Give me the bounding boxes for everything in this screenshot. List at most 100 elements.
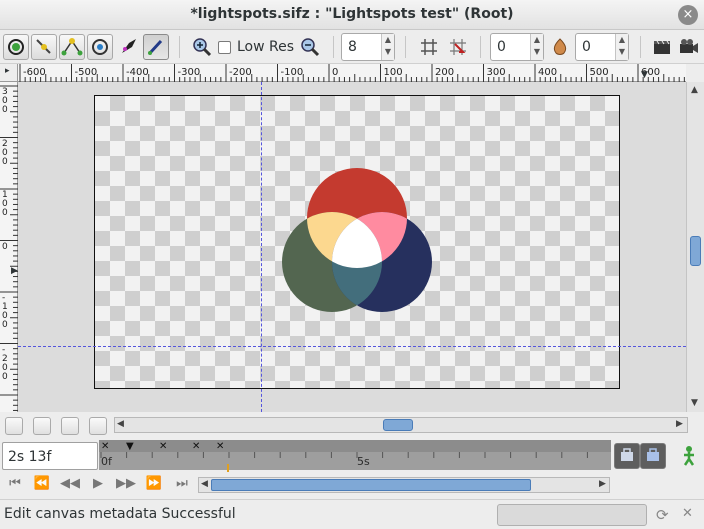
ruler-tick-label: -100	[280, 67, 304, 78]
circle-tool-button[interactable]	[87, 34, 113, 60]
animation-mode-button[interactable]	[614, 443, 640, 469]
scroll-right-icon[interactable]: ▶	[599, 479, 606, 489]
horizontal-ruler[interactable]: -600 -500 -400 -300 -200 -100 0 100 200 300 400 500…	[18, 64, 686, 82]
render-button[interactable]	[650, 35, 674, 59]
ruler-tick-label: -200	[229, 67, 252, 78]
quality-value: 8	[348, 39, 357, 55]
next-keyframe-icon[interactable]: ⏩	[144, 476, 164, 494]
seek-begin-icon[interactable]: ⏮	[5, 476, 25, 494]
title-bar: *lightspots.sifz : "Lightspots test" (Ro…	[0, 0, 704, 30]
keyframe-marker[interactable]: ✕	[159, 441, 167, 452]
scroll-right-icon[interactable]: ▶	[676, 419, 683, 429]
past-onion-spinbox[interactable]: 0 ▲ ▼	[490, 33, 544, 61]
time-track[interactable]: 0f 5s	[99, 452, 611, 482]
sketch-tool-button[interactable]	[143, 34, 169, 60]
feather-icon	[122, 39, 136, 53]
toggle-ducks-button[interactable]	[33, 417, 51, 435]
status-bar: Edit canvas metadata Successful ⟳ ✕	[0, 499, 704, 529]
ruler-tick-label: -500	[74, 67, 98, 78]
stop-icon[interactable]: ✕	[682, 506, 693, 521]
toolbar-separator	[179, 36, 180, 58]
draw-tool-button[interactable]	[117, 35, 141, 59]
clapperboard-icon	[654, 40, 670, 54]
close-button[interactable]: ×	[678, 5, 698, 25]
ruler-tick-label: 200	[2, 138, 8, 167]
future-onion-spinbox[interactable]: 0 ▲ ▼	[575, 33, 629, 61]
toggle-onion-button[interactable]	[89, 417, 107, 435]
play-icon[interactable]: ▶	[88, 476, 108, 494]
lightspots-artwork	[282, 168, 432, 312]
onion-skin-button[interactable]	[548, 35, 572, 59]
scroll-down-icon[interactable]: ▼	[691, 398, 698, 408]
keyframe-marker[interactable]: ▼	[126, 441, 134, 452]
prev-keyframe-icon[interactable]: ⏪	[32, 476, 52, 494]
vertical-scroll-thumb[interactable]	[690, 236, 701, 266]
low-res-checkbox[interactable]	[218, 41, 231, 54]
keyframe-marker[interactable]: ✕	[192, 441, 200, 452]
seek-end-icon[interactable]: ⏭	[172, 476, 192, 494]
current-time-field[interactable]: 2s 13f	[2, 442, 98, 470]
walking-figure-icon	[683, 446, 695, 466]
snap-grid-button[interactable]	[446, 35, 470, 59]
vertical-scrollbar[interactable]: ▲ ▼	[686, 82, 704, 412]
ruler-position-marker: ▶	[11, 266, 18, 276]
vertical-guide[interactable]	[261, 82, 262, 412]
zoom-in-button[interactable]	[190, 35, 214, 59]
vertex-tool-button[interactable]	[59, 34, 85, 60]
prev-frame-icon[interactable]: ◀◀	[60, 476, 80, 494]
chevron-right-icon: ▸	[5, 66, 10, 76]
scroll-up-icon[interactable]: ▲	[691, 85, 698, 95]
transform-tool-button[interactable]	[3, 34, 29, 60]
time-zoom-thumb[interactable]	[211, 479, 531, 491]
vertex-tool-icon	[61, 38, 83, 56]
onion-icon	[553, 38, 567, 55]
quality-spin-arrows[interactable]: ▲ ▼	[381, 34, 394, 60]
camera-icon	[680, 39, 698, 53]
ruler-tick-label: 200	[435, 67, 455, 78]
toggle-grid-button[interactable]	[417, 35, 441, 59]
ruler-corner-button[interactable]: ▸	[0, 64, 18, 82]
toggle-grid-button[interactable]	[61, 417, 79, 435]
toolbar-separator	[405, 36, 406, 58]
past-onion-spin-arrows[interactable]: ▲ ▼	[530, 34, 543, 60]
animation-mode-toggle[interactable]	[679, 445, 699, 467]
ruler-tick-label: 100	[383, 67, 403, 78]
status-message: Edit canvas metadata Successful	[4, 506, 236, 522]
horizontal-guide[interactable]	[18, 346, 686, 347]
scroll-left-icon[interactable]: ◀	[117, 419, 124, 429]
ruler-tick-label: -300	[177, 67, 201, 78]
scroll-left-icon[interactable]: ◀	[201, 479, 208, 489]
canvas-workarea[interactable]	[18, 82, 686, 412]
ruler-tick-label: 500	[589, 67, 609, 78]
toolbar-separator	[333, 36, 334, 58]
refresh-icon[interactable]: ⟳	[656, 506, 669, 524]
vertical-ruler[interactable]: 300 200 100 0 -100 -200 ▶	[0, 82, 18, 412]
horizontal-scrollbar[interactable]: ◀ ▶	[114, 417, 688, 433]
future-onion-value: 0	[582, 39, 591, 55]
zoom-out-button[interactable]	[298, 35, 322, 59]
time-slider[interactable]: ✕ ▼ ✕ ✕ ✕ 0f 5s	[99, 440, 611, 482]
toolbar-separator	[480, 36, 481, 58]
ruler-tick-label: -400	[126, 67, 149, 78]
future-onion-spin-arrows[interactable]: ▲ ▼	[615, 34, 628, 60]
keyframe-lock-button[interactable]	[640, 443, 666, 469]
ruler-tick-label: 0	[2, 241, 8, 252]
preview-button[interactable]	[677, 35, 701, 59]
time-zoom-scrollbar[interactable]: ◀ ▶	[198, 477, 610, 493]
ruler-tick-label: 300	[486, 67, 506, 78]
canvas[interactable]	[94, 95, 620, 389]
time-start-label: 0f	[101, 455, 112, 468]
snap-grid-icon	[450, 39, 466, 55]
keyframe-marker[interactable]: ✕	[101, 441, 109, 452]
smooth-move-tool-button[interactable]	[31, 34, 57, 60]
keyframe-marker[interactable]: ✕	[216, 441, 224, 452]
time-mark-label: 5s	[357, 455, 370, 468]
pen-icon	[148, 39, 163, 55]
next-frame-icon[interactable]: ▶▶	[116, 476, 136, 494]
horizontal-scroll-thumb[interactable]	[383, 419, 413, 431]
ruler-tick-label: 300	[2, 87, 8, 115]
low-res-label: Low Res	[237, 39, 295, 55]
quality-spinbox[interactable]: 8 ▲ ▼	[341, 33, 395, 61]
render-progress-bar	[497, 504, 647, 526]
toggle-panels-button[interactable]	[5, 417, 23, 435]
